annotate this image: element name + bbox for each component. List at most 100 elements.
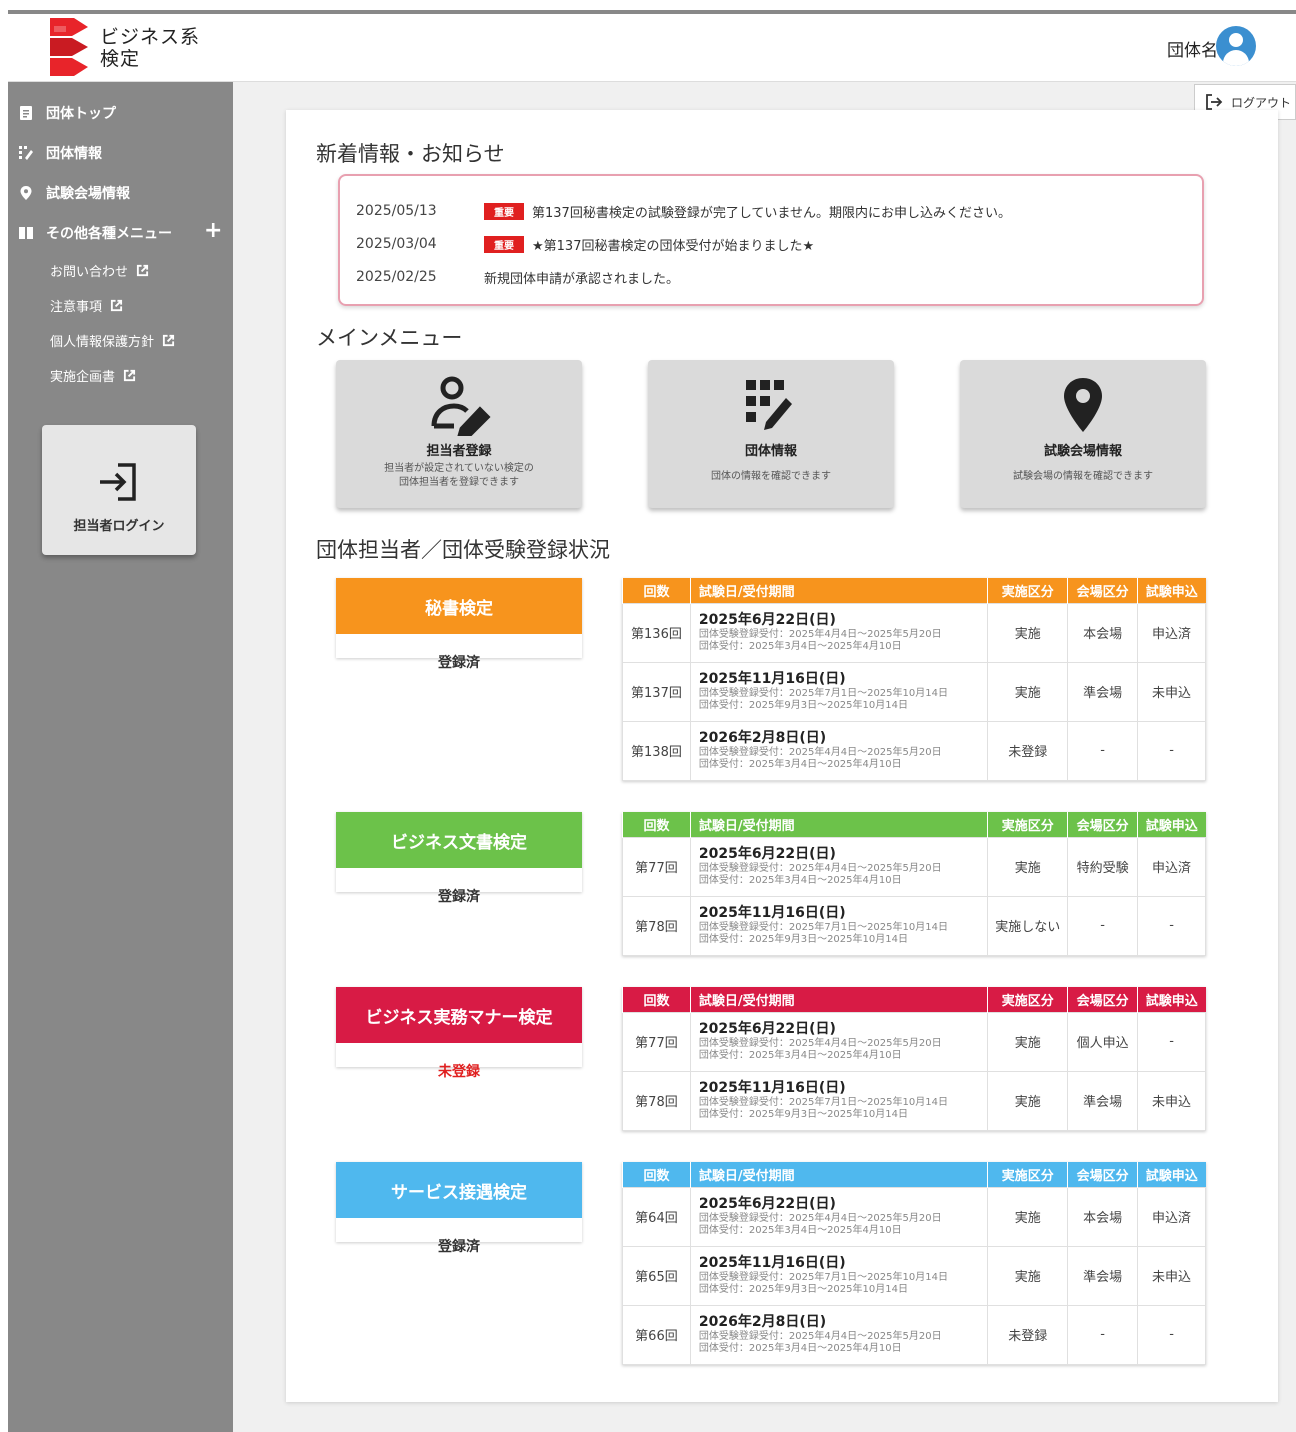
sidebar-item-org-top[interactable]: 団体トップ [18, 98, 116, 128]
table-row[interactable]: 第77回 2025年6月22日(日) 団体受験登録受付：2025年4月4日～2025… [622, 836, 1206, 897]
exam-card[interactable]: 秘書検定 登録済 [336, 578, 582, 671]
external-link-icon [162, 334, 175, 346]
avatar[interactable] [1216, 26, 1256, 66]
exam-card[interactable]: ビジネス実務マナー検定 未登録 [336, 987, 582, 1080]
application-cell: 申込済 [1137, 602, 1206, 663]
menu-card-title: 担当者登録 [426, 444, 492, 459]
application-cell: - [1137, 720, 1206, 781]
round-cell: 第78回 [622, 1070, 691, 1131]
main-menu-title: メインメニュー [316, 326, 463, 350]
exam-name: サービス接遇検定 [336, 1162, 582, 1218]
news-text: 第137回秘書検定の試験登録が完了していません。期限内にお申し込みください。 [532, 205, 1012, 221]
exam-registration-status: 登録済 [438, 1239, 480, 1255]
reception-period: 団体受付：2025年9月3日～2025年10月14日 [698, 700, 908, 711]
table-header-cell: 実施区分 [987, 812, 1068, 837]
staff-login-button[interactable]: 担当者ログイン [42, 425, 196, 555]
table-header-cell: 会場区分 [1067, 987, 1138, 1012]
round-cell: 第66回 [622, 1304, 691, 1365]
news-item[interactable]: 2025/02/25 新規団体申請が承認されました。 [356, 266, 679, 288]
person-edit-icon [431, 376, 491, 436]
round-cell: 第77回 [622, 836, 691, 897]
round-cell: 第137回 [622, 661, 691, 722]
implementation-cell: 未登録 [987, 720, 1069, 781]
important-badge: 重要 [484, 235, 524, 253]
table-header-cell: 試験申込 [1137, 1162, 1206, 1187]
avatar-head [1229, 33, 1243, 47]
menu-card-org-info[interactable]: 団体情報 団体の情報を確認できます [648, 360, 894, 508]
venue-type-cell: 準会場 [1067, 1070, 1139, 1131]
reception-period: 団体受付：2025年3月4日～2025年4月10日 [698, 875, 902, 886]
logo-icon[interactable] [50, 18, 90, 76]
application-cell: - [1137, 1304, 1206, 1365]
exam-date: 2025年6月22日(日) [698, 1196, 836, 1212]
implementation-cell: 実施しない [987, 895, 1069, 956]
application-cell: 申込済 [1137, 1186, 1206, 1247]
exam-date: 2025年11月16日(日) [698, 671, 846, 687]
venue-type-cell: 準会場 [1067, 1245, 1139, 1306]
sidebar-item-other-menu[interactable]: その他各種メニュー [18, 218, 172, 248]
implementation-cell: 実施 [987, 1245, 1069, 1306]
registration-period: 団体受験登録受付：2025年4月4日～2025年5月20日 [698, 1038, 942, 1049]
grid-edit-icon [19, 146, 33, 160]
menu-card-venue-info[interactable]: 試験会場情報 試験会場の情報を確認できます [960, 360, 1206, 508]
date-cell: 2025年11月16日(日) 団体受験登録受付：2025年7月1日～2025年10… [689, 661, 989, 722]
reception-period: 団体受付：2025年3月4日～2025年4月10日 [698, 1050, 902, 1061]
table-header-cell: 回数 [622, 987, 691, 1012]
table-row[interactable]: 第136回 2025年6月22日(日) 団体受験登録受付：2025年4月4日～202… [622, 602, 1206, 663]
implementation-cell: 実施 [987, 602, 1069, 663]
sidebar-item-org-info[interactable]: 団体情報 [18, 138, 102, 168]
round-cell: 第78回 [622, 895, 691, 956]
expand-plus-icon[interactable]: + [204, 218, 222, 243]
exam-card[interactable]: サービス接遇検定登録済 [336, 1162, 582, 1255]
logo-line-1: ビジネス系 [100, 26, 201, 48]
table-row[interactable]: 第138回 2026年2月8日(日) 団体受験登録受付：2025年4月4日～2025… [622, 720, 1206, 781]
sidebar-sub-privacy[interactable]: 個人情報保護方針 [50, 328, 175, 352]
table-row[interactable]: 第66回 2026年2月8日(日) 団体受験登録受付：2025年4月4日～2025年… [622, 1304, 1206, 1365]
map-pin-icon [20, 186, 32, 200]
exam-schedule-table: 回数 試験日/受付期間 実施区分 会場区分 試験申込 第64回 2025年6月22日(日) 団… [622, 1162, 1206, 1365]
table-row[interactable]: 第65回 2025年11月16日(日) 団体受験登録受付：2025年7月1日～202… [622, 1245, 1206, 1306]
news-item[interactable]: 2025/03/04 重要 ★第137回秘書検定の団体受付が始まりました★ [356, 233, 814, 255]
sidebar-sub-contact[interactable]: お問い合わせ [50, 258, 149, 282]
table-row[interactable]: 第78回 2025年11月16日(日) 団体受験登録受付：2025年7月1日～202… [622, 1070, 1206, 1131]
exam-date: 2025年11月16日(日) [698, 905, 846, 921]
table-row[interactable]: 第64回 2025年6月22日(日) 団体受験登録受付：2025年4月4日～2025… [622, 1186, 1206, 1247]
news-date: 2025/05/13 [356, 203, 437, 219]
exam-card[interactable]: ビジネス文書検定 登録済 [336, 812, 582, 905]
external-link-icon [110, 299, 123, 311]
table-row[interactable]: 第137回 2025年11月16日(日) 団体受験登録受付：2025年7月1日～20… [622, 661, 1206, 722]
exam-date: 2026年2月8日(日) [698, 730, 827, 746]
application-cell: 申込済 [1137, 836, 1206, 897]
menu-card-desc: 担当者が設定されていない検定の 団体担当者を登録できます [384, 463, 534, 488]
header: ビジネス系 検定 団体名 [8, 14, 1296, 82]
table-header-cell: 実施区分 [987, 987, 1068, 1012]
table-header-cell: 会場区分 [1067, 578, 1138, 603]
table-row[interactable]: 第77回 2025年6月22日(日) 団体受験登録受付：2025年4月4日～2025… [622, 1011, 1206, 1072]
sidebar-item-venue-info[interactable]: 試験会場情報 [18, 178, 130, 208]
staff-login-label: 担当者ログイン [73, 519, 165, 534]
table-row[interactable]: 第78回 2025年11月16日(日) 団体受験登録受付：2025年7月1日～202… [622, 895, 1206, 956]
date-cell: 2025年11月16日(日) 団体受験登録受付：2025年7月1日～2025年10… [689, 1070, 989, 1131]
book-icon [19, 227, 33, 239]
sidebar-sub-notes[interactable]: 注意事項 [50, 293, 123, 317]
round-cell: 第65回 [622, 1245, 691, 1306]
table-header-cell: 試験申込 [1137, 812, 1206, 837]
round-cell: 第64回 [622, 1186, 691, 1247]
menu-card-title: 団体情報 [744, 444, 797, 459]
sidebar-sub-label: 個人情報保護方針 [50, 334, 155, 350]
sidebar-sub-plan[interactable]: 実施企画書 [50, 363, 136, 387]
menu-card-staff-registration[interactable]: 担当者登録 担当者が設定されていない検定の 団体担当者を登録できます [336, 360, 582, 508]
avatar-body [1223, 50, 1249, 66]
round-cell: 第77回 [622, 1011, 691, 1072]
venue-type-cell: - [1067, 895, 1139, 956]
application-cell: - [1137, 895, 1206, 956]
logout-icon [1206, 94, 1223, 110]
sidebar-item-label: 試験会場情報 [46, 186, 130, 202]
news-item[interactable]: 2025/05/13 重要 第137回秘書検定の試験登録が完了していません。期限… [356, 200, 1011, 222]
implementation-cell: 実施 [987, 1070, 1069, 1131]
table-header-cell: 試験申込 [1137, 987, 1206, 1012]
table-header-cell: 試験申込 [1137, 578, 1206, 603]
table-header-cell: 試験日/受付期間 [689, 987, 988, 1012]
implementation-cell: 実施 [987, 1186, 1069, 1247]
exam-registration-status: 未登録 [438, 1064, 480, 1080]
